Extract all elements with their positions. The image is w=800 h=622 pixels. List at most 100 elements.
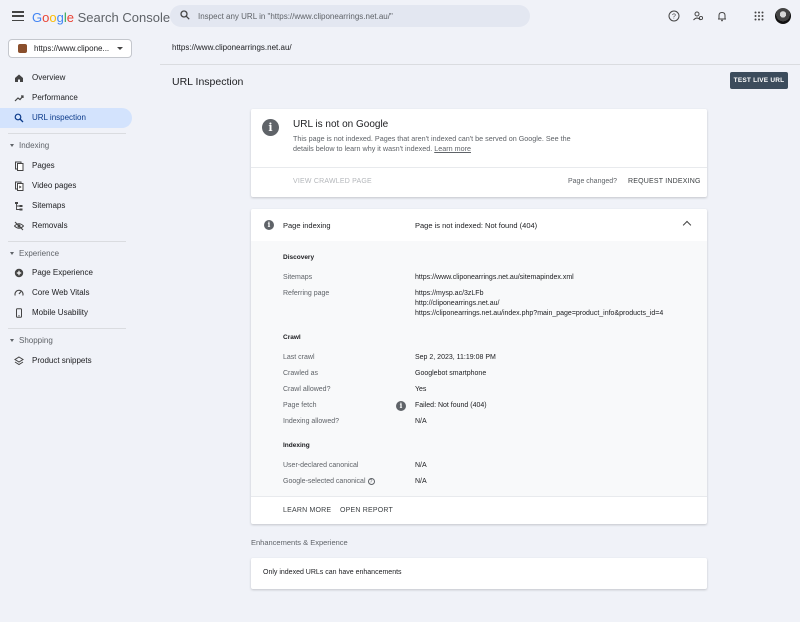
people-icon[interactable]	[692, 10, 704, 22]
crawl-allowed-value: Yes	[415, 386, 427, 393]
sidebar-item-label: Product snippets	[32, 356, 92, 365]
page-indexing-label: Page indexing	[283, 221, 331, 230]
detail-label: Crawl allowed?	[283, 386, 331, 393]
info-icon: i	[264, 220, 274, 230]
status-description: This page is not indexed. Pages that are…	[293, 134, 593, 154]
property-label: https://www.clipone...	[34, 44, 110, 53]
sidebar-item-product-snippets[interactable]: Product snippets	[0, 351, 132, 371]
sidebar-item-label: Page Experience	[32, 268, 93, 277]
test-live-url-button[interactable]: TEST LIVE URL	[730, 72, 788, 89]
detail-label: Crawled as	[283, 370, 319, 377]
sidebar-item-core-web-vitals[interactable]: Core Web Vitals	[0, 283, 132, 303]
detail-label: Last crawl	[283, 354, 315, 361]
info-icon: i	[262, 119, 279, 136]
chevron-down-icon	[10, 339, 14, 342]
url-inspect-search[interactable]	[170, 5, 530, 27]
pages-icon	[15, 161, 24, 171]
detail-label: User-declared canonical	[283, 462, 359, 469]
sidebar-item-url-inspection[interactable]: URL inspection	[0, 108, 132, 128]
section-heading: Discovery	[283, 254, 315, 261]
sidebar-item-performance[interactable]: Performance	[0, 88, 132, 108]
info-icon[interactable]: i	[396, 401, 406, 411]
avatar[interactable]	[775, 8, 791, 24]
section-heading: Indexing	[283, 442, 310, 449]
logo-letter: e	[66, 10, 74, 25]
product-name: Search Console	[77, 10, 171, 25]
view-crawled-page-button[interactable]: VIEW CRAWLED PAGE	[293, 178, 372, 185]
sidebar-item-pages[interactable]: Pages	[0, 156, 132, 176]
search-icon	[180, 10, 190, 20]
phone-icon	[16, 308, 22, 318]
page-indexing-details: Discovery Sitemaps https://www.cliponear…	[251, 241, 707, 496]
sitemap-icon	[15, 202, 23, 211]
gauge-icon	[14, 289, 24, 296]
section-toggle-experience[interactable]: Experience	[10, 249, 59, 258]
google-canonical-row: Google-selected canonical?	[283, 478, 375, 485]
property-selector[interactable]: https://www.clipone...	[8, 39, 132, 58]
home-icon	[15, 74, 23, 82]
status-description-text: This page is not indexed. Pages that are…	[293, 134, 571, 153]
request-indexing-button[interactable]: REQUEST INDEXING	[628, 178, 701, 185]
learn-more-link[interactable]: Learn more	[434, 144, 471, 153]
referring-url[interactable]: https://mysp.ac/3zLFb	[415, 290, 483, 297]
menu-icon[interactable]	[12, 11, 24, 22]
referring-url[interactable]: https://cliponearrings.net.au/index.php?…	[415, 310, 663, 317]
search-icon	[14, 113, 24, 123]
sidebar-item-page-experience[interactable]: Page Experience	[0, 263, 132, 283]
sidebar-item-label: Overview	[32, 73, 66, 82]
bell-icon[interactable]	[716, 10, 728, 22]
page-changed-label: Page changed?	[568, 178, 618, 185]
page-indexing-card: i Page indexing Page is not indexed: Not…	[251, 209, 707, 524]
apps-grid-icon[interactable]	[753, 10, 765, 22]
detail-label: Google-selected canonical	[283, 478, 366, 485]
last-crawl-value: Sep 2, 2023, 11:19:08 PM	[415, 354, 496, 361]
sidebar-item-mobile-usability[interactable]: Mobile Usability	[0, 303, 132, 323]
sidebar-item-label: Pages	[32, 161, 55, 170]
help-icon[interactable]: ?	[367, 478, 375, 485]
sidebar-item-sitemaps[interactable]: Sitemaps	[0, 196, 132, 216]
sidebar-item-label: Performance	[32, 93, 78, 102]
help-icon[interactable]: ?	[668, 10, 680, 22]
section-toggle-shopping[interactable]: Shopping	[10, 336, 53, 345]
chevron-up-icon[interactable]	[682, 220, 692, 230]
page-indexing-header[interactable]: i Page indexing Page is not indexed: Not…	[251, 209, 707, 241]
user-canonical-value: N/A	[415, 462, 427, 469]
open-report-button[interactable]: OPEN REPORT	[340, 507, 393, 514]
sidebar-item-label: Core Web Vitals	[32, 288, 90, 297]
search-input[interactable]	[198, 5, 518, 27]
status-title: URL is not on Google	[293, 119, 389, 130]
sidebar-item-label: Sitemaps	[32, 201, 66, 210]
referring-url[interactable]: http://cliponearrings.net.au/	[415, 300, 499, 307]
section-heading: Crawl	[283, 334, 301, 341]
product-logo[interactable]: Google Search Console	[32, 10, 170, 25]
trend-icon	[14, 95, 24, 102]
sidebar-item-removals[interactable]: Removals	[0, 216, 132, 236]
page-title: URL Inspection	[172, 76, 244, 88]
layers-icon	[14, 356, 24, 366]
sidebar-item-video-pages[interactable]: Video pages	[0, 176, 132, 196]
learn-more-button[interactable]: LEARN MORE	[283, 507, 331, 514]
detail-label: Referring page	[283, 290, 330, 297]
sidebar-item-label: URL inspection	[32, 113, 86, 122]
crawled-as-value: Googlebot smartphone	[415, 370, 487, 377]
property-favicon	[18, 44, 27, 53]
sidebar-divider	[8, 241, 126, 242]
card-divider	[251, 167, 707, 168]
detail-label: Indexing allowed?	[283, 418, 340, 425]
section-toggle-indexing[interactable]: Indexing	[10, 141, 49, 150]
breadcrumb: https://www.cliponearrings.net.au/	[172, 43, 292, 52]
enhancements-heading: Enhancements & Experience	[251, 538, 348, 547]
sidebar-divider	[8, 133, 126, 134]
logo-letter: g	[56, 10, 64, 25]
page-fetch-value: Failed: Not found (404)	[415, 402, 487, 409]
google-canonical-value: N/A	[415, 478, 427, 485]
chevron-down-icon	[10, 144, 14, 147]
detail-label: Page fetch	[283, 402, 317, 409]
header-divider	[160, 64, 800, 65]
sitemap-url[interactable]: https://www.cliponearrings.net.au/sitema…	[415, 274, 574, 281]
sidebar-divider	[8, 328, 126, 329]
logo-letter: o	[49, 10, 57, 25]
top-bar: Google Search Console ?	[0, 0, 800, 33]
sidebar-item-overview[interactable]: Overview	[0, 68, 132, 88]
sidebar-item-label: Mobile Usability	[32, 308, 89, 317]
